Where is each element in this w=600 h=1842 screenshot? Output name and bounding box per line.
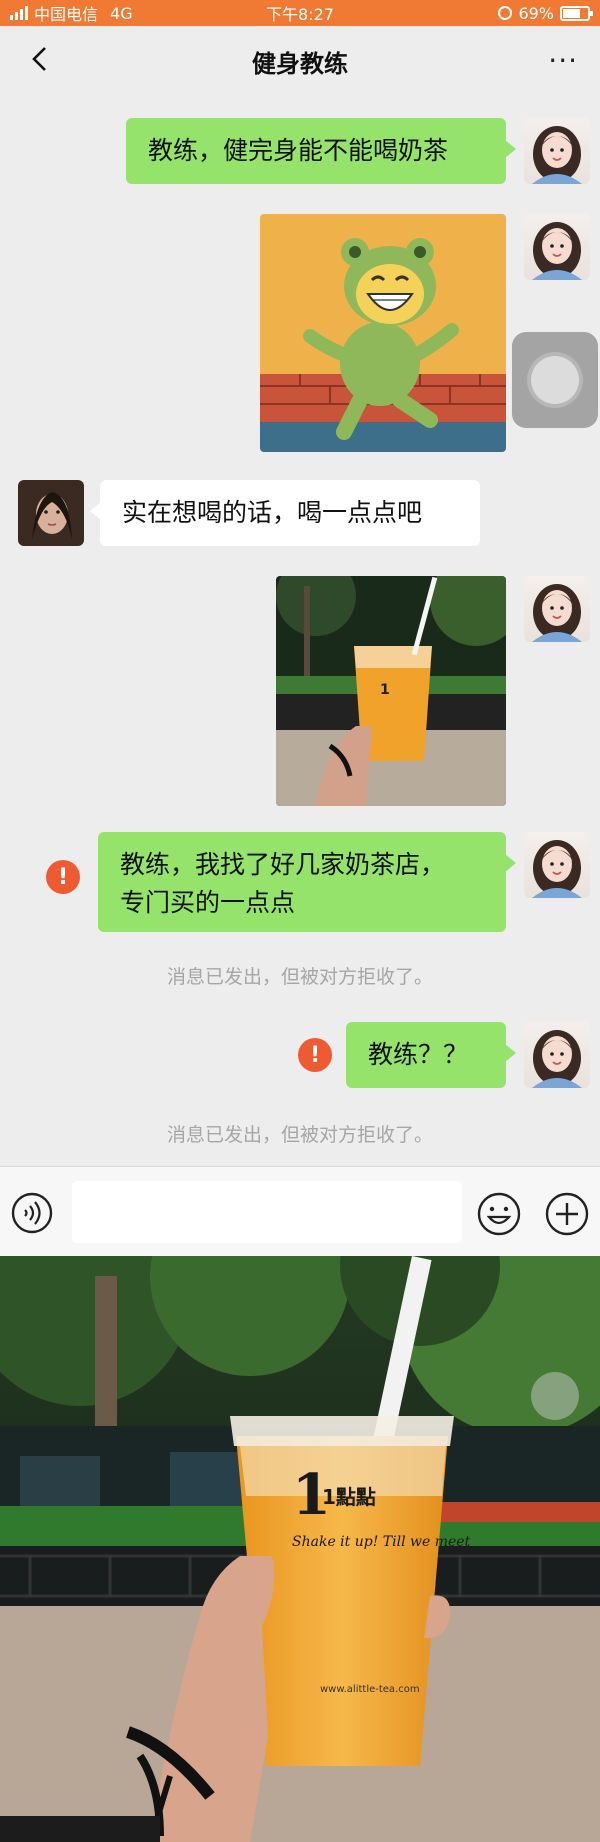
system-notice-rejected: 消息已发出，但被对方拒收了。 — [166, 966, 433, 988]
my-avatar[interactable] — [524, 832, 590, 898]
message-list[interactable]: 教练，健完身能不能喝奶茶 实在想喝的话，喝一点点吧 1 ! 教练，我找了好几家奶… — [0, 96, 600, 1166]
chat-header: 健身教练 ··· — [0, 26, 600, 96]
plus-icon[interactable] — [544, 1191, 590, 1237]
message-text: 实在想喝的话，喝一点点吧 — [122, 498, 423, 527]
my-avatar[interactable] — [524, 576, 590, 642]
input-bar — [0, 1166, 600, 1256]
sent-message[interactable]: 教练，我找了好几家奶茶店， 专门买的一点点 — [98, 832, 516, 932]
alarm-icon — [498, 6, 513, 20]
message-input[interactable] — [72, 1181, 462, 1243]
message-text: 教练？？ — [368, 1040, 469, 1069]
message-text-line-2: 专门买的一点点 — [120, 888, 296, 917]
chat-title: 健身教练 — [252, 49, 348, 78]
warning-icon[interactable]: ! — [298, 1038, 332, 1072]
milk-tea-photo-message[interactable]: 1 — [276, 576, 506, 806]
sent-message[interactable]: 教练？？ — [346, 1022, 516, 1088]
received-message[interactable]: 实在想喝的话，喝一点点吧 — [90, 480, 480, 546]
system-notice-rejected: 消息已发出，但被对方拒收了。 — [166, 1124, 433, 1146]
floating-assistive-button[interactable] — [512, 332, 598, 428]
carrier-label: 中国电信 — [34, 5, 99, 24]
my-avatar[interactable] — [524, 118, 590, 184]
status-bar: 中国电信 4G 下午8:27 69% — [0, 0, 600, 26]
voice-icon[interactable] — [10, 1191, 54, 1235]
signal-icon — [10, 6, 28, 20]
warning-icon[interactable]: ! — [46, 860, 80, 894]
cup-slogan: Shake it up! Till we meet — [292, 1534, 471, 1550]
message-text: 教练，健完身能不能喝奶茶 — [148, 136, 449, 165]
sent-message[interactable]: 教练，健完身能不能喝奶茶 — [126, 118, 516, 184]
clock: 下午8:27 — [266, 5, 334, 24]
cup-url: www.alittle-tea.com — [320, 1684, 420, 1695]
network-label: 4G — [110, 3, 133, 23]
coach-avatar[interactable] — [18, 480, 84, 546]
battery-icon — [560, 5, 593, 21]
sticker-frog[interactable] — [260, 214, 506, 452]
my-avatar[interactable] — [524, 214, 590, 280]
emoji-icon[interactable] — [476, 1191, 522, 1237]
svg-text:1: 1 — [380, 682, 390, 698]
back-icon[interactable] — [28, 46, 54, 72]
milk-tea-photo: 1 1點點 Shake it up! Till we meet www.alit… — [0, 1256, 600, 1842]
cup-brand: 1點點 — [322, 1485, 376, 1509]
my-avatar[interactable] — [524, 1022, 590, 1088]
battery-percent: 69% — [518, 3, 554, 23]
message-text-line-1: 教练，我找了好几家奶茶店， — [120, 850, 446, 879]
more-icon[interactable]: ··· — [548, 44, 578, 77]
